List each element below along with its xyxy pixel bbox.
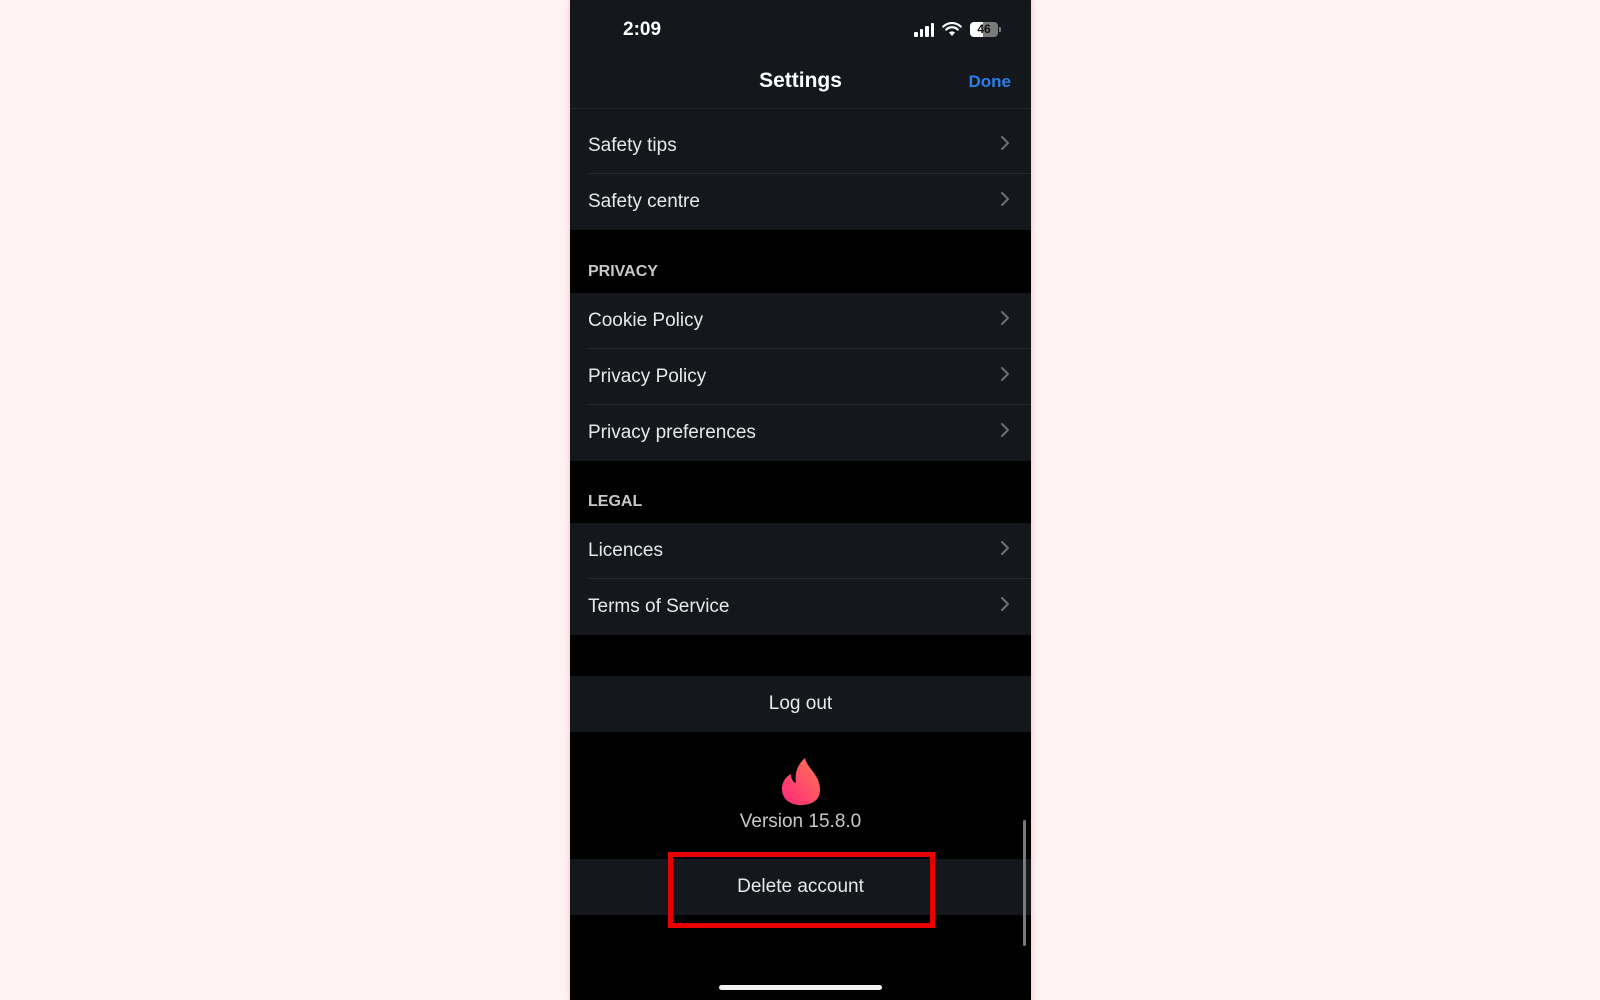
- battery-cap: [999, 27, 1001, 32]
- list-item-label: Terms of Service: [588, 596, 730, 617]
- list-item-label: Safety tips: [588, 135, 677, 156]
- list-item-label: Licences: [588, 540, 663, 561]
- home-indicator[interactable]: [719, 985, 882, 990]
- battery-percent: 46: [977, 22, 991, 36]
- battery-icon: 46: [970, 22, 998, 37]
- page-title: Settings: [759, 69, 842, 92]
- logout-button[interactable]: Log out: [570, 676, 1031, 732]
- section-header-legal: LEGAL: [588, 493, 643, 510]
- list-item-cookie-policy[interactable]: Cookie Policy: [570, 293, 1031, 349]
- list-item-label: Privacy preferences: [588, 422, 756, 443]
- list-item-privacy-preferences[interactable]: Privacy preferences: [570, 405, 1031, 461]
- chevron-right-icon: [1001, 367, 1009, 381]
- list-top-spacer: [570, 109, 1031, 118]
- logout-label: Log out: [768, 693, 833, 714]
- chevron-right-icon: [1001, 541, 1009, 555]
- list-item-licences[interactable]: Licences: [570, 523, 1031, 579]
- list-item-safety-tips[interactable]: Safety tips: [570, 118, 1031, 174]
- list-item-label: Privacy Policy: [588, 366, 707, 387]
- status-icons: 46: [914, 22, 1001, 37]
- done-button[interactable]: Done: [969, 72, 1012, 92]
- cellular-signal-icon: [914, 22, 934, 37]
- list-item-safety-centre[interactable]: Safety centre: [570, 174, 1031, 230]
- status-bar: 2:09 46: [570, 0, 1031, 55]
- nav-bar: Settings Done: [570, 55, 1031, 109]
- delete-account-button[interactable]: Delete account: [570, 859, 1031, 915]
- flame-logo-icon: [781, 758, 821, 805]
- list-item-privacy-policy[interactable]: Privacy Policy: [570, 349, 1031, 405]
- chevron-right-icon: [1001, 423, 1009, 437]
- delete-account-label: Delete account: [737, 876, 864, 897]
- scrollbar[interactable]: [1023, 820, 1026, 946]
- section-header-privacy: PRIVACY: [588, 263, 658, 280]
- chevron-right-icon: [1001, 136, 1009, 150]
- list-item-label: Safety centre: [588, 191, 700, 212]
- chevron-right-icon: [1001, 192, 1009, 206]
- app-version: Version 15.8.0: [739, 811, 862, 832]
- phone-screen: 2:09 46 Settings Done Safety tips Safety…: [570, 0, 1031, 1000]
- list-item-label: Cookie Policy: [588, 310, 704, 331]
- chevron-right-icon: [1001, 597, 1009, 611]
- status-time: 2:09: [623, 19, 662, 40]
- list-item-terms-of-service[interactable]: Terms of Service: [570, 579, 1031, 635]
- wifi-icon: [942, 22, 962, 36]
- chevron-right-icon: [1001, 311, 1009, 325]
